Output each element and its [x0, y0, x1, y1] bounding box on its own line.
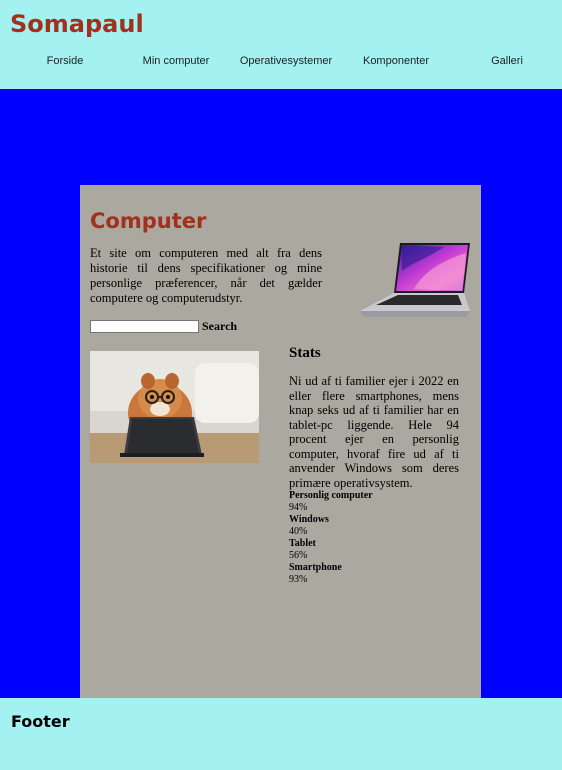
- stat-label: Personlig computer: [289, 490, 373, 501]
- stat-value: 94%: [289, 502, 308, 513]
- main-nav: Forside Min computer Operativesystemer K…: [0, 55, 562, 69]
- stat-item-smartphone: Smartphone 93%: [289, 562, 459, 586]
- content-card: Computer Et site om computeren med alt f…: [80, 185, 481, 698]
- stat-label: Tablet: [289, 538, 316, 549]
- site-header: Somapaul Forside Min computer Operatives…: [0, 0, 562, 89]
- nav-link-galleri[interactable]: Galleri: [491, 55, 523, 67]
- nav-link-operativesystemer[interactable]: Operativesystemer: [240, 55, 332, 67]
- search-button[interactable]: Search: [202, 319, 237, 334]
- intro-text: Et site om computeren med alt fra dens h…: [90, 246, 322, 305]
- stat-label: Smartphone: [289, 562, 342, 573]
- footer-title: Footer: [11, 712, 70, 731]
- stat-item-windows: Windows 40%: [289, 514, 459, 538]
- dog-with-laptop-photo: [90, 351, 259, 463]
- site-footer: Footer: [0, 698, 562, 770]
- stat-value: 93%: [289, 574, 308, 585]
- laptop-image: [360, 243, 470, 317]
- page-title: Computer: [90, 209, 207, 233]
- search-input[interactable]: [90, 320, 199, 333]
- stat-value: 56%: [289, 550, 308, 561]
- nav-link-min-computer[interactable]: Min computer: [143, 55, 210, 67]
- main-content: Computer Et site om computeren med alt f…: [0, 89, 562, 698]
- stat-value: 40%: [289, 526, 308, 537]
- stats-paragraph: Ni ud af ti familier ejer i 2022 en elle…: [289, 374, 459, 490]
- stats-section: Stats Ni ud af ti familier ejer i 2022 e…: [289, 345, 459, 586]
- stats-heading: Stats: [289, 345, 321, 361]
- stat-item-personlig-computer: Personlig computer 94%: [289, 490, 459, 514]
- nav-link-komponenter[interactable]: Komponenter: [363, 55, 429, 67]
- stat-item-tablet: Tablet 56%: [289, 538, 459, 562]
- nav-link-forside[interactable]: Forside: [47, 55, 84, 67]
- site-title[interactable]: Somapaul: [10, 10, 144, 38]
- stat-label: Windows: [289, 514, 329, 525]
